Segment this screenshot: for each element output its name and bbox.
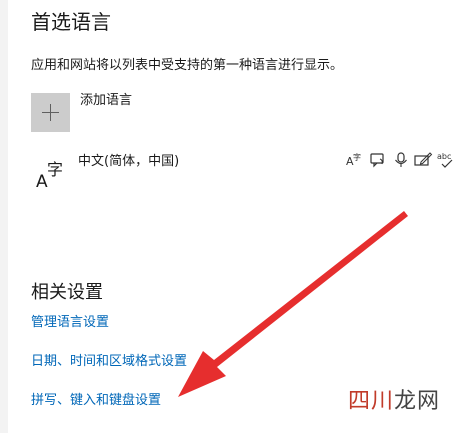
language-icon: A 字 bbox=[36, 160, 63, 190]
add-language-label[interactable]: 添加语言 bbox=[80, 93, 132, 109]
section-title-preferred-languages: 首选语言 bbox=[31, 10, 111, 34]
section-title-related-settings: 相关设置 bbox=[31, 282, 103, 303]
watermark-text-red: 四川 bbox=[348, 389, 395, 414]
manage-language-settings-link[interactable]: 管理语言设置 bbox=[31, 315, 109, 331]
svg-text:字: 字 bbox=[353, 152, 361, 162]
language-icon-cjk: 字 bbox=[47, 160, 63, 179]
add-language-button[interactable] bbox=[31, 93, 70, 132]
watermark-text-dark: 龙网 bbox=[394, 389, 441, 414]
watermark-logo: 四川龙网 bbox=[348, 388, 440, 416]
plus-icon bbox=[31, 93, 70, 132]
svg-text:abc: abc bbox=[437, 152, 451, 161]
display-language-icon: A 字 bbox=[346, 152, 361, 168]
speech-icon bbox=[370, 153, 384, 168]
spelling-typing-keyboard-settings-link[interactable]: 拼写、键入和键盘设置 bbox=[31, 393, 161, 409]
language-item-name[interactable]: 中文(简体，中国) bbox=[78, 154, 179, 170]
window-left-edge bbox=[0, 0, 8, 433]
voice-input-icon bbox=[395, 152, 407, 167]
date-time-region-settings-link[interactable]: 日期、时间和区域格式设置 bbox=[31, 354, 187, 370]
handwriting-icon bbox=[414, 152, 433, 166]
spellcheck-icon: abc bbox=[437, 152, 453, 168]
section-description: 应用和网站将以列表中受支持的第一种语言进行显示。 bbox=[31, 58, 344, 73]
